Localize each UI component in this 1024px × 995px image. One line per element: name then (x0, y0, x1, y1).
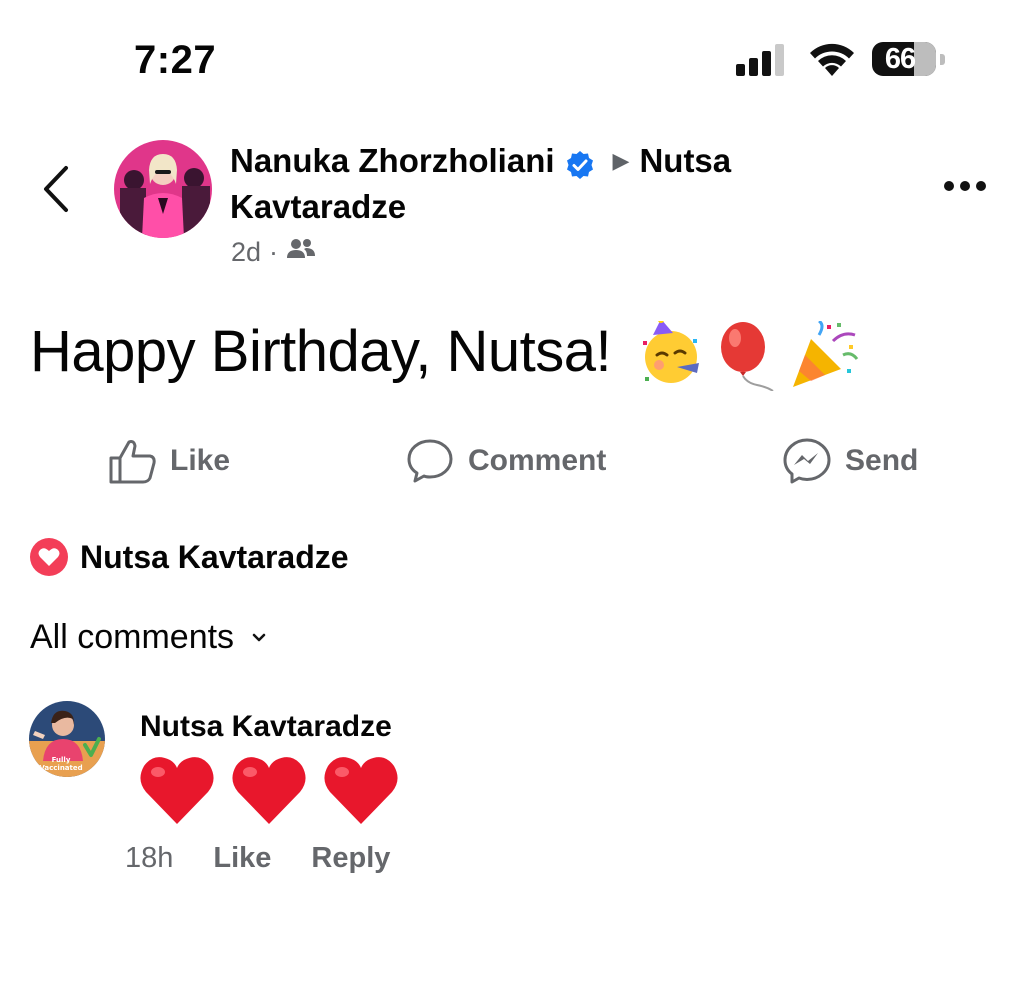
comment-button[interactable]: Comment (406, 438, 606, 484)
red-heart-emoji (324, 757, 398, 824)
reaction-summary[interactable]: Nutsa Kavtaradze (30, 538, 349, 576)
meta-separator: · (269, 237, 279, 267)
comment-label: Comment (468, 444, 607, 477)
messenger-icon (783, 438, 831, 484)
author-avatar[interactable] (114, 140, 212, 238)
shared-to-arrow-icon: ▶ (612, 148, 630, 173)
dot (960, 181, 970, 191)
post-time[interactable]: 2d (231, 237, 261, 268)
comment-actions: 18h Like Reply (125, 842, 390, 875)
post-header-names: Nanuka Zhorzholiani ▶ Nutsa Kavtaradze (230, 138, 850, 230)
post-text-container: Happy Birthday, Nutsa! (30, 318, 859, 391)
balloon-emoji (720, 321, 774, 391)
post-text: Happy Birthday, Nutsa! (30, 319, 612, 384)
party-popper-emoji (792, 320, 858, 387)
friends-icon (286, 237, 316, 268)
dot (976, 181, 986, 191)
svg-text:Fully: Fully (52, 756, 71, 764)
battery-icon: 66 (872, 42, 945, 76)
comments-filter-label: All comments (30, 618, 235, 656)
red-heart-emoji (232, 757, 306, 824)
wifi-icon (807, 42, 857, 83)
comments-filter-dropdown[interactable]: All comments (30, 618, 266, 657)
comment-bubble-icon (407, 439, 453, 483)
target-name[interactable]: Kavtaradze (230, 184, 850, 230)
commenter-name[interactable]: Nutsa Kavtaradze (140, 710, 392, 744)
more-options-button[interactable] (944, 181, 986, 191)
comment-like-button[interactable]: Like (213, 842, 271, 875)
dot (944, 181, 954, 191)
comment-reply-button[interactable]: Reply (311, 842, 390, 875)
comment-content (138, 752, 400, 828)
commenter-avatar[interactable]: Fully Vaccinated (29, 701, 105, 777)
send-label: Send (845, 444, 919, 477)
reactor-name: Nutsa Kavtaradze (80, 538, 349, 575)
status-time: 7:27 (134, 38, 217, 82)
like-label: Like (170, 444, 231, 477)
signal-icon (736, 44, 792, 81)
target-name-part[interactable]: Nutsa (639, 138, 731, 184)
verified-badge-icon (565, 146, 595, 179)
battery-level: 66 (884, 43, 916, 75)
chevron-down-icon (252, 633, 266, 641)
back-button[interactable] (38, 164, 74, 219)
post-meta: 2d · (231, 237, 316, 268)
partying-face-emoji (642, 320, 699, 383)
like-button[interactable]: Like (108, 438, 230, 484)
red-heart-emoji (140, 757, 214, 824)
love-reaction-icon (30, 538, 68, 576)
thumbs-up-icon (109, 440, 156, 484)
svg-text:Vaccinated: Vaccinated (39, 764, 82, 772)
comment-time[interactable]: 18h (125, 842, 173, 875)
author-name[interactable]: Nanuka Zhorzholiani (230, 138, 555, 184)
send-button[interactable]: Send (783, 438, 918, 484)
chevron-left-icon (44, 166, 68, 212)
